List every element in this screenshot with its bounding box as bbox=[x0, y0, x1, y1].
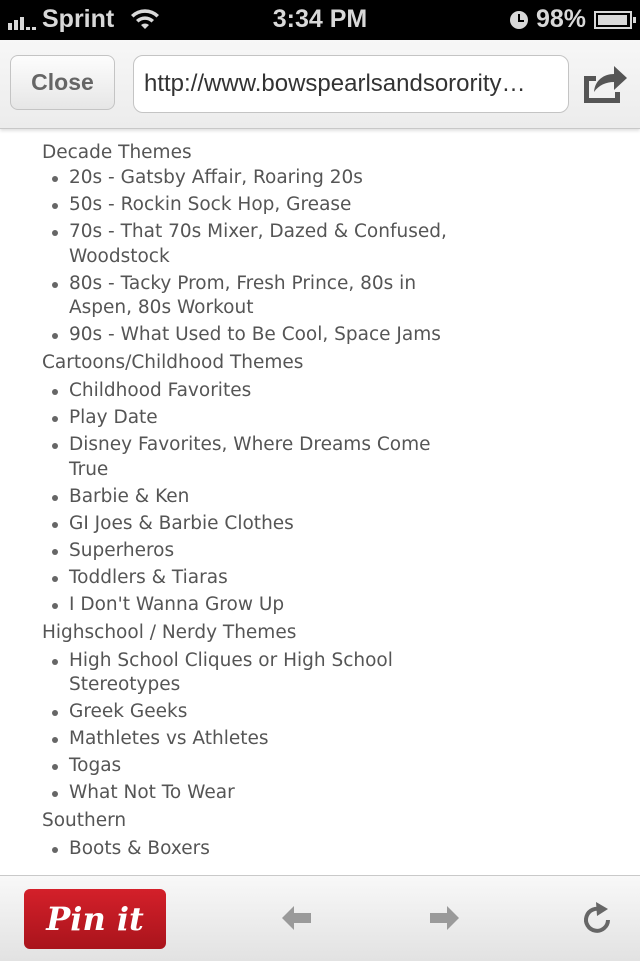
list-item: Superheros bbox=[52, 539, 469, 564]
list-item: I Don't Wanna Grow Up bbox=[52, 593, 469, 618]
list-item: High School Cliques or High School Stere… bbox=[52, 649, 469, 698]
battery-percent: 98% bbox=[535, 5, 586, 33]
page-content: Decade Themes 20s - Gatsby Affair, Roari… bbox=[0, 130, 640, 875]
theme-list: High School Cliques or High School Stere… bbox=[0, 649, 469, 806]
list-item: Boots & Boxers bbox=[52, 837, 469, 862]
section-highschool: Highschool / Nerdy Themes High School Cl… bbox=[0, 620, 640, 806]
arrow-left-icon[interactable] bbox=[280, 901, 314, 935]
list-item: Barbie & Ken bbox=[52, 485, 469, 510]
reload-icon[interactable] bbox=[580, 901, 614, 935]
list-item: Togas bbox=[52, 754, 469, 779]
url-field[interactable]: http://www.bowspearlsandsorority… bbox=[133, 55, 569, 113]
list-item: 20s - Gatsby Affair, Roaring 20s bbox=[52, 166, 469, 191]
list-item: Play Date bbox=[52, 406, 469, 431]
section-southern: Southern Boots & Boxers bbox=[0, 808, 640, 862]
section-title: Decade Themes bbox=[42, 142, 192, 163]
theme-list: Boots & Boxers bbox=[0, 837, 469, 862]
pin-it-button[interactable]: Pin it bbox=[24, 889, 166, 949]
list-item: Greek Geeks bbox=[52, 700, 469, 725]
close-button[interactable]: Close bbox=[10, 55, 115, 110]
section-title: Southern bbox=[42, 810, 127, 831]
list-item: 90s - What Used to Be Cool, Space Jams bbox=[52, 323, 469, 348]
section-title: Cartoons/Childhood Themes bbox=[42, 352, 304, 373]
alarm-clock-icon bbox=[509, 10, 528, 29]
list-item: Toddlers & Tiaras bbox=[52, 566, 469, 591]
theme-list: 20s - Gatsby Affair, Roaring 20s 50s - R… bbox=[0, 166, 469, 348]
list-item: 80s - Tacky Prom, Fresh Prince, 80s in A… bbox=[52, 272, 469, 321]
bottom-toolbar: Pin it bbox=[0, 875, 640, 961]
battery-icon bbox=[594, 10, 636, 29]
list-item: 70s - That 70s Mixer, Dazed & Confused, … bbox=[52, 220, 469, 269]
section-cartoons: Cartoons/Childhood Themes Childhood Favo… bbox=[0, 350, 640, 617]
section-title: Highschool / Nerdy Themes bbox=[42, 621, 297, 643]
share-icon[interactable] bbox=[582, 62, 628, 104]
list-item: GI Joes & Barbie Clothes bbox=[52, 512, 469, 537]
theme-list: Childhood Favorites Play Date Disney Fav… bbox=[0, 379, 469, 617]
list-item: What Not To Wear bbox=[52, 781, 469, 806]
list-item: Mathletes vs Athletes bbox=[52, 727, 469, 752]
section-decade: Decade Themes 20s - Gatsby Affair, Roari… bbox=[0, 140, 640, 348]
list-item: Disney Favorites, Where Dreams Come True bbox=[52, 433, 469, 482]
arrow-right-icon[interactable] bbox=[427, 901, 461, 935]
list-item: 50s - Rockin Sock Hop, Grease bbox=[52, 193, 469, 218]
status-bar: Sprint 3:34 PM 98% bbox=[0, 0, 640, 40]
status-right: 98% bbox=[509, 5, 636, 34]
list-item: Childhood Favorites bbox=[52, 379, 469, 404]
browser-toolbar: Close http://www.bowspearlsandsorority… bbox=[0, 40, 640, 129]
